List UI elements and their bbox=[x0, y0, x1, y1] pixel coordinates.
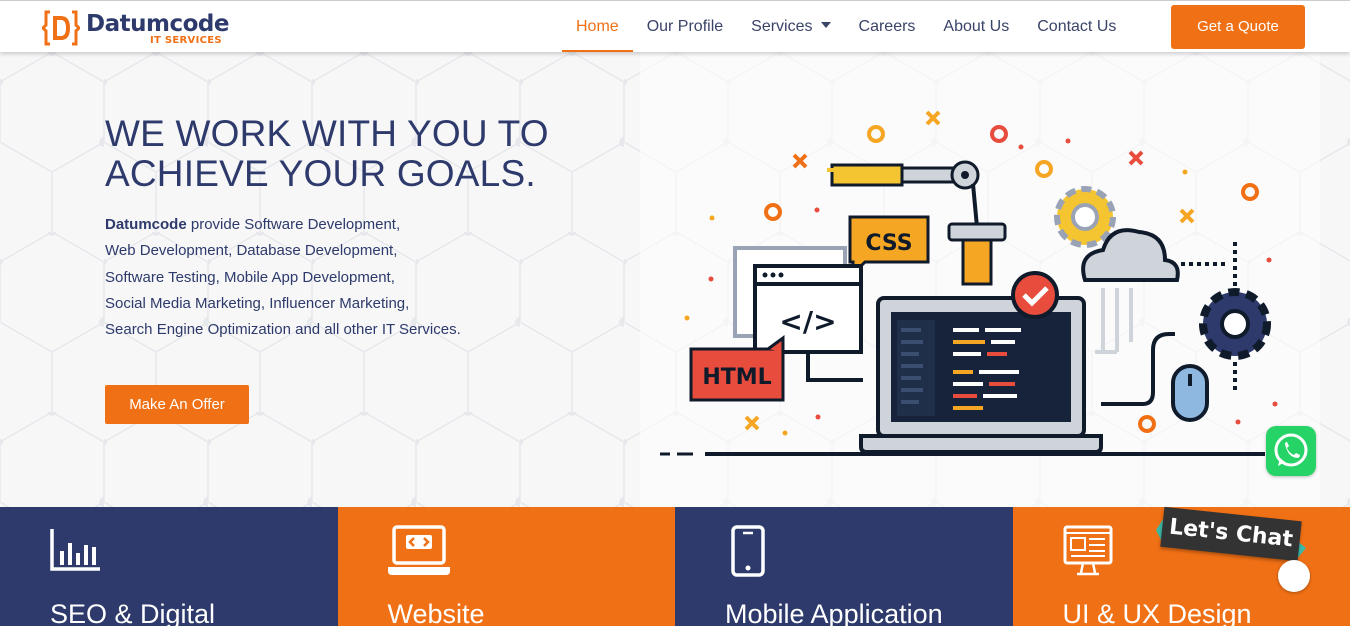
service-title: UI & UX Design bbox=[1062, 599, 1252, 626]
service-title: SEO & Digital bbox=[50, 599, 216, 626]
logo-mark-icon bbox=[42, 10, 80, 46]
nav-contact-us[interactable]: Contact Us bbox=[1023, 1, 1130, 53]
main-nav: Home Our Profile Services Careers About … bbox=[562, 1, 1130, 53]
code-window: </> bbox=[753, 264, 863, 354]
nav-about-us[interactable]: About Us bbox=[929, 1, 1023, 53]
nav-our-profile[interactable]: Our Profile bbox=[633, 1, 737, 53]
service-card-mobile[interactable]: Mobile Application bbox=[675, 507, 1013, 626]
chevron-down-icon bbox=[820, 21, 831, 28]
monitor-design-icon bbox=[1063, 525, 1112, 576]
service-title: Mobile Application bbox=[725, 599, 943, 626]
site-header: Datumcode IT SERVICES Home Our Profile S… bbox=[0, 0, 1350, 52]
service-card-seo[interactable]: SEO & Digital bbox=[0, 507, 338, 626]
svg-text:</>: </> bbox=[779, 305, 836, 338]
make-an-offer-button[interactable]: Make An Offer bbox=[105, 385, 249, 424]
gear-dark-icon bbox=[1199, 288, 1271, 360]
lets-chat-widget[interactable]: Let's Chat bbox=[1150, 500, 1310, 595]
get-a-quote-button[interactable]: Get a Quote bbox=[1171, 5, 1305, 49]
svg-text:CSS: CSS bbox=[865, 231, 912, 256]
nav-careers[interactable]: Careers bbox=[845, 1, 930, 53]
laptop-code-icon bbox=[387, 525, 450, 575]
logo-name: Datumcode bbox=[86, 11, 229, 37]
brand-highlight: Datumcode bbox=[105, 216, 187, 233]
mobile-phone-icon bbox=[731, 525, 765, 577]
whatsapp-icon bbox=[1274, 433, 1308, 467]
chat-bubble-icon bbox=[1278, 560, 1310, 592]
service-title: Website bbox=[387, 599, 485, 626]
logo[interactable]: Datumcode IT SERVICES bbox=[42, 7, 242, 49]
logo-tagline: IT SERVICES bbox=[150, 35, 222, 46]
hero-illustration: CSS </> HTML bbox=[660, 110, 1278, 456]
services-strip: SEO & Digital Website Mobile Application bbox=[0, 507, 1350, 626]
whatsapp-button[interactable] bbox=[1266, 426, 1316, 476]
nav-services[interactable]: Services bbox=[737, 1, 844, 53]
laptop bbox=[859, 271, 1103, 454]
gear-light-icon bbox=[1054, 186, 1116, 248]
hero-title: WE WORK WITH YOU TO ACHIEVE YOUR GOALS. bbox=[105, 113, 549, 194]
html-tag: HTML bbox=[689, 335, 785, 402]
nav-home[interactable]: Home bbox=[562, 1, 633, 53]
hero-description: Datumcode provide Software Development, … bbox=[105, 216, 461, 339]
svg-text:HTML: HTML bbox=[702, 365, 771, 390]
service-card-website[interactable]: Website bbox=[337, 507, 675, 626]
bar-chart-icon bbox=[50, 529, 100, 571]
